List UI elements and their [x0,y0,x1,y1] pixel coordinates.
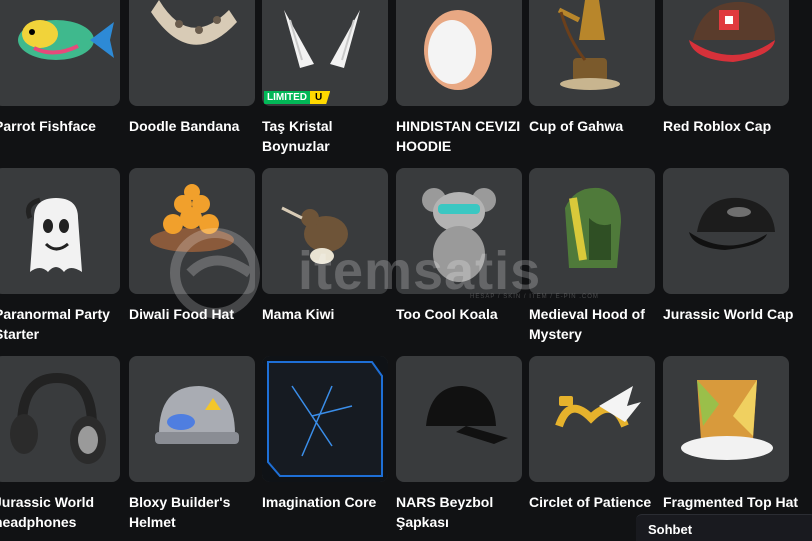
item-thumbnail[interactable] [663,0,789,106]
item-name[interactable]: Too Cool Koala [396,304,532,324]
chat-label[interactable]: Sohbet [648,522,692,537]
item-thumbnail[interactable] [262,356,388,482]
item-thumbnail[interactable] [529,0,655,106]
item-name[interactable]: Cup of Gahwa [529,116,665,136]
item-name[interactable]: HINDISTAN CEVIZI HOODIE [396,116,532,156]
item-thumbnail[interactable] [129,356,255,482]
item-thumbnail[interactable] [663,356,789,482]
item-name[interactable]: Medieval Hood of Mystery [529,304,665,344]
item-card[interactable]: Jurassic World headphones [0,356,120,532]
item-card[interactable]: Diwali Food Hat [129,168,255,324]
item-thumbnail[interactable] [396,0,522,106]
item-name[interactable]: Parrot Fishface [0,116,130,136]
food-bowl-icon [150,184,234,252]
item-thumbnail[interactable] [129,0,255,106]
item-thumbnail[interactable] [0,168,120,294]
grid-row: Parrot Fishface Doodle Bandana LIMITED U… [0,0,812,168]
item-card[interactable]: Fragmented Top Hat [663,356,798,512]
item-thumbnail[interactable] [262,168,388,294]
item-name[interactable]: Bloxy Builder's Helmet [129,492,265,532]
cube-icon [262,356,388,482]
item-thumbnail[interactable] [396,356,522,482]
headphones-icon [10,372,106,464]
coffee-pot-icon [557,0,620,90]
item-name[interactable]: Circlet of Patience [529,492,665,512]
helmet-icon [155,386,239,444]
koala-icon [422,188,496,282]
item-thumbnail[interactable] [529,356,655,482]
cap-icon [689,1,775,62]
limited-label: LIMITED [264,91,310,104]
item-thumbnail[interactable] [529,168,655,294]
item-name[interactable]: Imagination Core [262,492,398,512]
item-card[interactable]: Jurassic World Cap [663,168,793,324]
item-card[interactable]: Paranormal Party Starter [0,168,120,344]
item-name[interactable]: Doodle Bandana [129,116,265,136]
item-card[interactable]: Red Roblox Cap [663,0,789,136]
top-hat-icon [681,380,773,460]
bandana-icon [151,0,237,45]
hood-icon [565,187,621,268]
circlet-icon [555,386,641,428]
item-card[interactable]: HINDISTAN CEVIZI HOODIE [396,0,522,156]
item-name[interactable]: Jurassic World headphones [0,492,130,532]
item-thumbnail[interactable] [0,0,120,106]
ghost-icon [25,197,82,272]
item-card[interactable]: Too Cool Koala [396,168,522,324]
item-thumbnail[interactable] [663,168,789,294]
cap-icon [689,197,775,250]
fish-icon [18,20,114,60]
item-card[interactable]: Circlet of Patience [529,356,655,512]
item-name[interactable]: Mama Kiwi [262,304,398,324]
grid-row: Paranormal Party Starter Diwali Food Hat [0,168,812,356]
item-card[interactable]: Mama Kiwi [262,168,388,324]
item-grid: Parrot Fishface Doodle Bandana LIMITED U… [0,0,812,541]
item-card[interactable]: Doodle Bandana [129,0,255,136]
item-card[interactable]: LIMITED U Taş Kristal Boynuzlar [262,0,388,156]
item-thumbnail[interactable] [129,168,255,294]
limited-badge: LIMITED U [264,91,331,104]
unique-label: U [310,91,331,104]
kiwi-bird-icon [281,206,348,264]
item-card[interactable]: Bloxy Builder's Helmet [129,356,255,532]
item-name[interactable]: Red Roblox Cap [663,116,799,136]
item-card[interactable]: Cup of Gahwa [529,0,655,136]
item-thumbnail[interactable] [396,168,522,294]
item-card[interactable]: Imagination Core [262,356,388,512]
catalog-page: Parrot Fishface Doodle Bandana LIMITED U… [0,0,812,541]
item-name[interactable]: Diwali Food Hat [129,304,265,324]
cap-icon [426,386,508,444]
item-card[interactable]: Medieval Hood of Mystery [529,168,655,344]
item-thumbnail[interactable] [0,356,120,482]
item-card[interactable]: NARS Beyzbol Şapkası [396,356,522,532]
item-name[interactable]: Jurassic World Cap [663,304,799,324]
item-name[interactable]: Paranormal Party Starter [0,304,130,344]
item-name[interactable]: Fragmented Top Hat [663,492,799,512]
item-card[interactable]: Parrot Fishface [0,0,120,136]
item-thumbnail[interactable]: LIMITED U [262,0,388,106]
item-name[interactable]: Taş Kristal Boynuzlar [262,116,398,156]
coconut-icon [424,0,492,90]
item-name[interactable]: NARS Beyzbol Şapkası [396,492,532,532]
chat-tab[interactable]: Sohbet [636,514,812,541]
